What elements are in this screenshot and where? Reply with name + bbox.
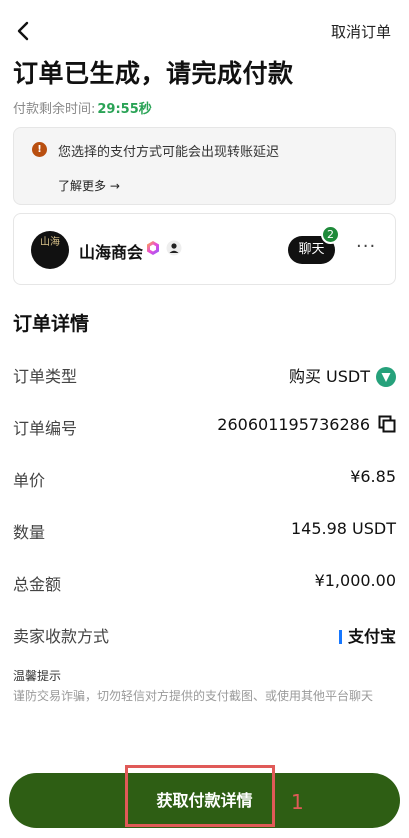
row-value: 支付宝	[338, 623, 396, 647]
annotation-highlight-box	[125, 765, 275, 827]
payment-method-indicator	[338, 629, 342, 644]
usdt-icon	[376, 366, 396, 387]
chevron-left-icon[interactable]	[12, 18, 36, 44]
row-value: 260601195736286	[217, 415, 396, 435]
order-type-value: 购买 USDT	[288, 367, 370, 386]
merchant-card: 山海 山海商会 聊天 2 ···	[13, 213, 396, 285]
total-amount-row: 总金额 ¥1,000.00	[13, 561, 396, 601]
quantity-row: 数量 145.98 USDT	[13, 509, 396, 549]
payment-method-row: 卖家收款方式 支付宝	[13, 613, 396, 653]
order-type-row: 订单类型 购买 USDT	[13, 353, 396, 393]
avatar-text: 山海	[40, 237, 60, 248]
notice-message: 您选择的支付方式可能会出现转账延迟	[58, 145, 280, 160]
page-title: 订单已生成，请完成付款	[13, 59, 294, 88]
total-amount-value: ¥1,000.00	[314, 571, 396, 590]
learn-more-link[interactable]: 了解更多 →	[58, 177, 120, 194]
chat-unread-badge: 2	[321, 225, 340, 244]
transfer-delay-notice: ! 您选择的支付方式可能会出现转账延迟 了解更多 →	[13, 127, 396, 205]
unit-price-row: 单价 ¥6.85	[13, 457, 396, 497]
row-label: 订单类型	[13, 367, 78, 386]
payment-method-value: 支付宝	[347, 627, 396, 646]
row-label: 订单编号	[13, 419, 78, 438]
row-label: 总金额	[13, 575, 62, 594]
cancel-order-button[interactable]: 取消订单	[331, 21, 391, 42]
timer-label: 付款剩余时间:	[13, 102, 96, 117]
copy-icon[interactable]	[378, 415, 396, 433]
order-number-row: 订单编号 260601195736286	[13, 405, 396, 445]
warning-icon: !	[32, 142, 47, 157]
more-options-icon[interactable]: ···	[356, 236, 376, 257]
row-label: 单价	[13, 471, 46, 490]
merchant-name[interactable]: 山海商会	[79, 239, 143, 263]
row-label: 数量	[13, 523, 46, 542]
row-label: 卖家收款方式	[13, 627, 110, 646]
row-value: 购买 USDT	[289, 363, 396, 388]
payment-timer: 付款剩余时间: 29:55秒	[13, 98, 152, 117]
order-number-value: 260601195736286	[217, 415, 370, 434]
tips-title: 温馨提示	[13, 669, 62, 683]
timer-value: 29:55秒	[97, 102, 152, 117]
verified-badge-icon	[145, 240, 161, 256]
unit-price-value: ¥6.85	[350, 467, 396, 486]
quantity-value: 145.98 USDT	[290, 519, 396, 538]
merchant-avatar[interactable]: 山海	[31, 231, 69, 269]
order-details-title: 订单详情	[13, 313, 90, 335]
top-bar: 取消订单	[0, 14, 409, 48]
annotation-number: 1	[291, 790, 304, 814]
tips-text: 谨防交易诈骗，切勿轻信对方提供的支付截图、或使用其他平台聊天	[13, 689, 374, 703]
user-badge-icon	[166, 240, 182, 256]
